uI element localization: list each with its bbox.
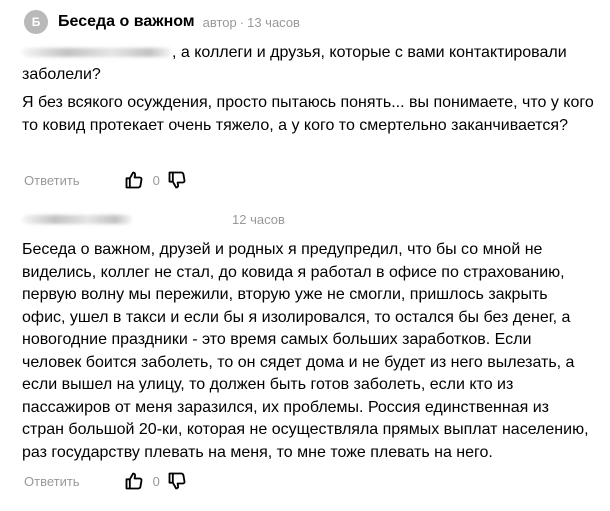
quoted-text-line2: заболели? [22,66,101,83]
reply-button[interactable]: Ответить [24,474,80,489]
comment-text: Беседа о важном, друзей и родных я преду… [22,241,589,461]
quoted-text-visible: , а коллеги и друзья, которые с вами кон… [172,44,567,61]
thumbs-up-icon[interactable] [123,169,145,191]
thumbs-down-icon[interactable] [166,470,188,492]
comment-meta: автор · 13 часов [203,15,300,30]
thumbs-up-icon[interactable] [123,470,145,492]
comment-time: 13 часов [247,14,300,30]
quoted-text: , а коллеги и друзья, которые с вами кон… [22,42,567,65]
author-role-label: автор [202,14,237,30]
like-count: 0 [152,172,160,188]
comment-text: Я без всякого осуждения, просто пытаюсь … [22,94,594,134]
thumbs-down-icon[interactable] [166,169,188,191]
avatar[interactable]: Б [24,10,48,34]
reply-button[interactable]: Ответить [24,173,80,188]
comment-header: Б Беседа о важном автор · 13 часов [24,9,300,35]
redacted-text [22,48,172,58]
like-count: 0 [152,473,160,489]
author-name[interactable]: Беседа о важном [58,13,195,31]
redacted-author [22,214,132,224]
comment-time: 12 часов [232,211,285,227]
comment-header: 12 часов [22,210,285,228]
comment-actions: Ответить 0 [24,169,188,191]
meta-separator: · [239,14,245,30]
avatar-letter: Б [31,15,41,29]
comment-actions: Ответить 0 [24,470,188,492]
